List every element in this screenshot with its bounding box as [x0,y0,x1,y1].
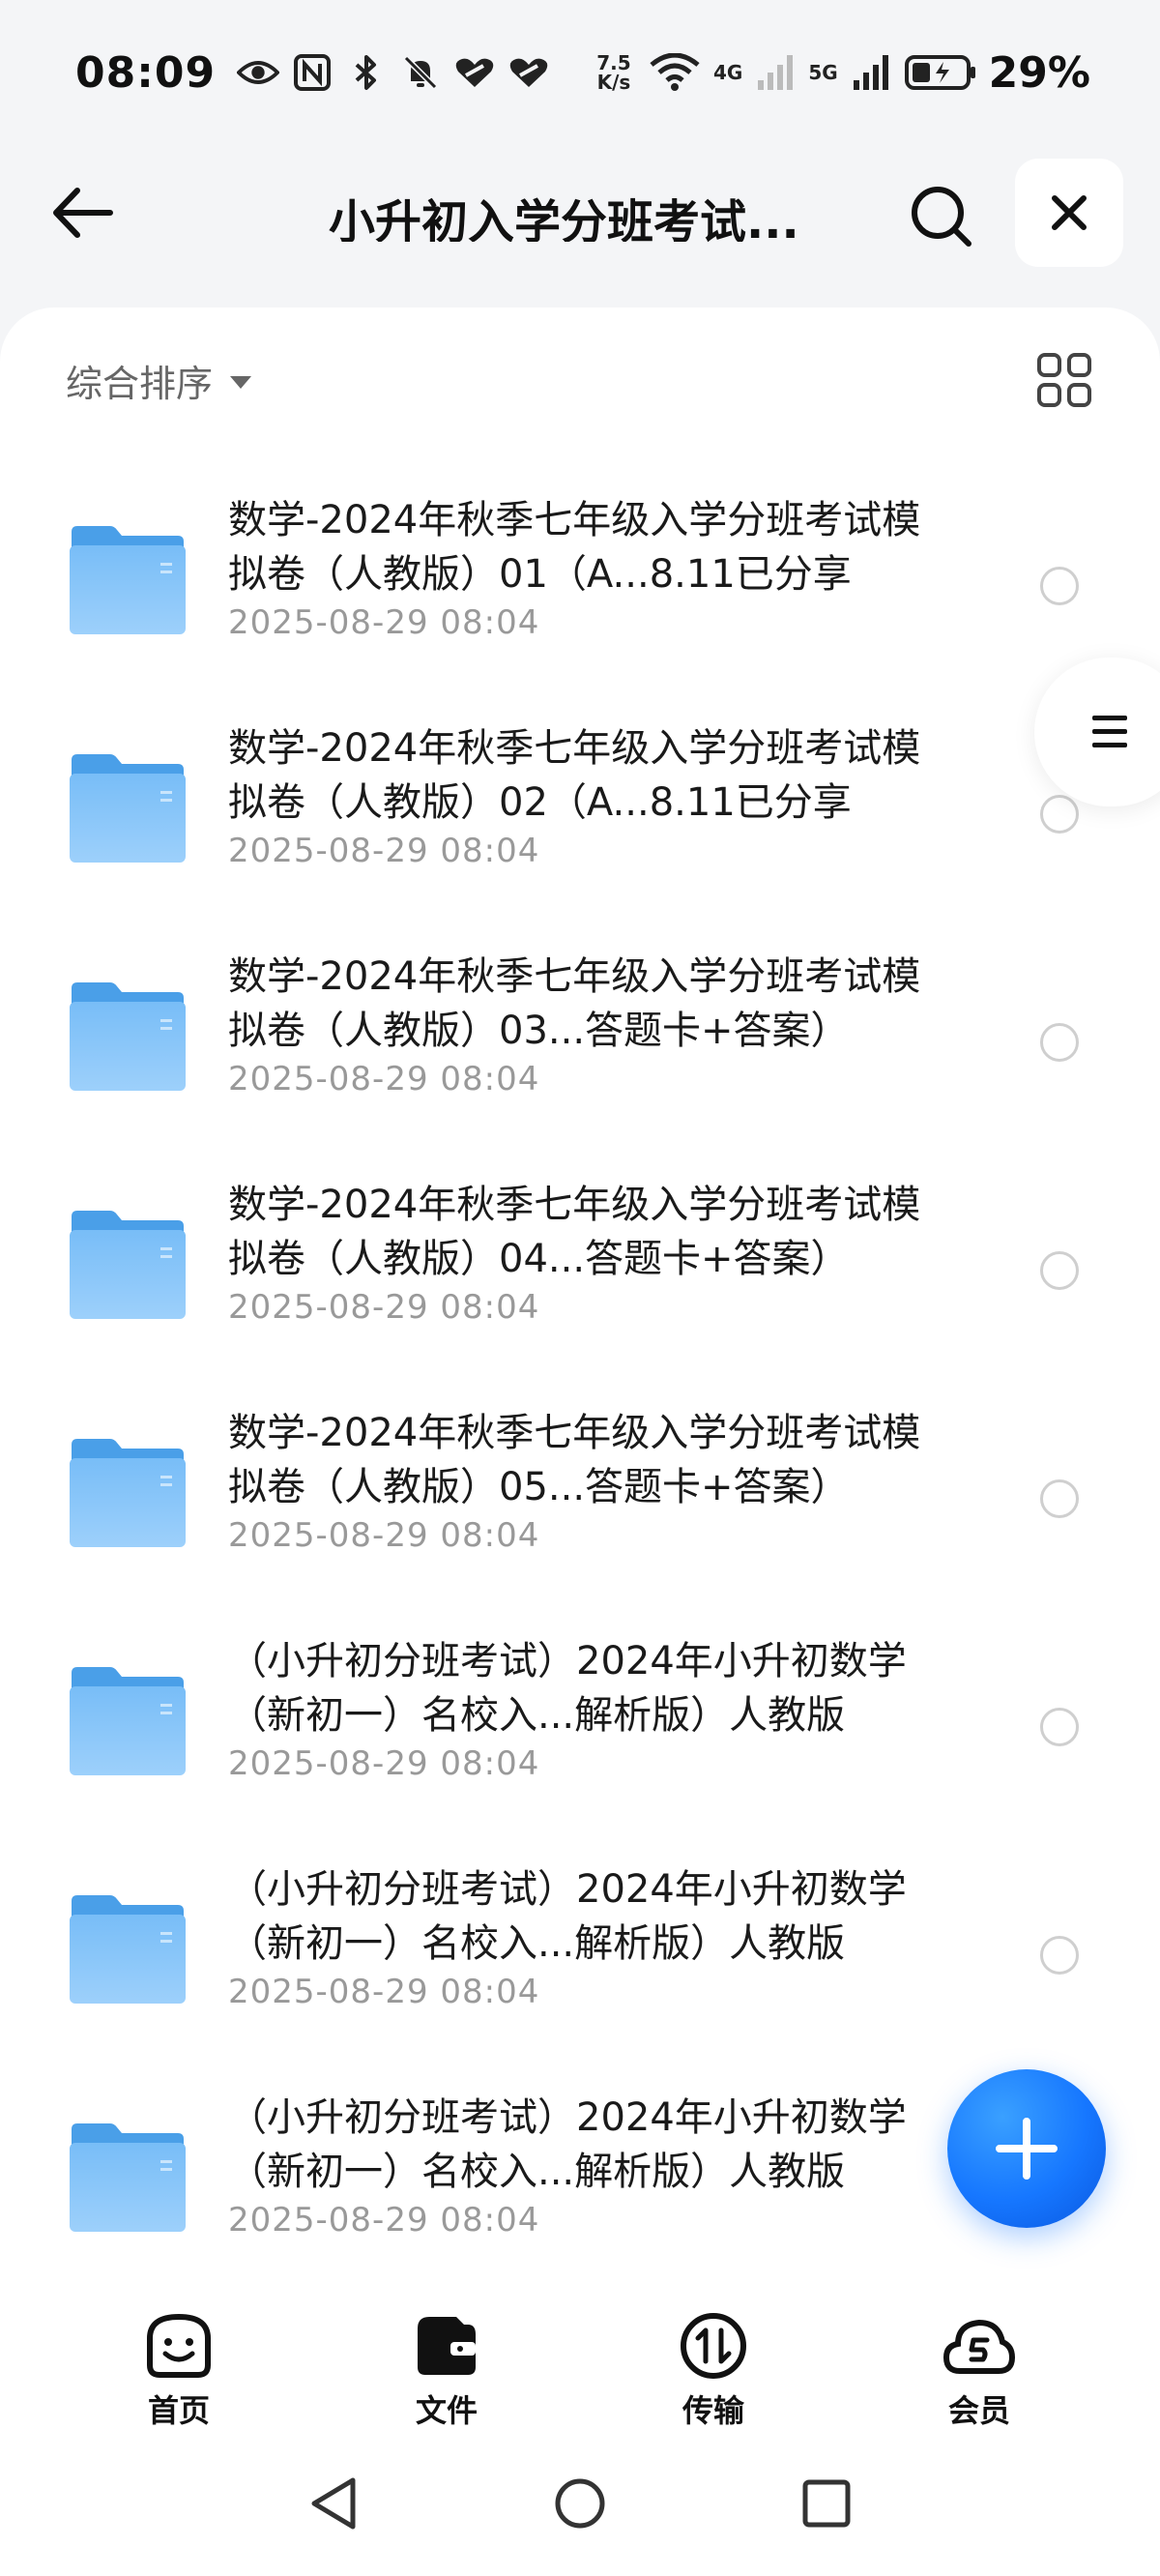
folder-icon [70,526,186,634]
grid-view-icon [1037,353,1091,407]
file-name: （小升初分班考试）2024年小升初数学（新初一）名校入...解析版）人教版 [228,1639,907,1738]
transfer-icon [681,2313,746,2379]
bluetooth-icon [345,51,388,94]
file-name: 数学-2024年秋季七年级入学分班考试模拟卷（人教版）05...答题卡+答案） [228,1411,921,1509]
file-date: 2025-08-29 08:04 [228,1744,540,1783]
file-date: 2025-08-29 08:04 [228,2201,540,2239]
app-header: 小升初入学分班考试... [0,155,1160,271]
folder-icon [70,754,186,863]
file-name: （小升初分班考试）2024年小升初数学（新初一）名校入...解析版）人教版 [228,2095,907,2194]
file-date: 2025-08-29 08:04 [228,1060,540,1098]
net-speed-unit: K/s [596,71,631,94]
menu-lines-icon [1092,716,1127,747]
nav-label-files: 文件 [415,2392,478,2429]
signal-bars-icon [754,51,797,94]
folder-icon [70,1667,186,1775]
bottom-nav: 首页 文件 传输 会员 [0,2280,1160,2435]
nav-label-vip: 会员 [947,2392,1010,2429]
file-date: 2025-08-29 08:04 [228,603,540,642]
file-date: 2025-08-29 08:04 [228,1288,540,1327]
nav-item-transfer[interactable]: 传输 [641,2309,786,2431]
caret-down-icon [230,376,252,389]
file-name: 数学-2024年秋季七年级入学分班考试模拟卷（人教版）03...答题卡+答案） [228,954,921,1053]
plus-icon [996,2118,1058,2180]
select-checkbox[interactable] [1040,1479,1079,1518]
sort-dropdown[interactable]: 综合排序 [66,354,252,407]
nav-item-files[interactable]: 文件 [374,2309,519,2431]
select-checkbox[interactable] [1040,1708,1079,1746]
select-checkbox[interactable] [1040,567,1079,605]
sort-label: 综合排序 [66,363,214,405]
system-home-button[interactable] [546,2470,614,2537]
file-row[interactable]: 数学-2024年秋季七年级入学分班考试模拟卷（人教版）01（A...8.11已分… [0,466,1160,694]
close-button[interactable] [1015,159,1123,267]
file-name: 数学-2024年秋季七年级入学分班考试模拟卷（人教版）04...答题卡+答案） [228,1183,921,1281]
wifi-icon [648,51,702,94]
smiley-home-icon [147,2313,211,2378]
cloud-vip-icon [942,2319,1016,2374]
file-row[interactable]: （小升初分班考试）2024年小升初数学（新初一）名校入...解析版）人教版 20… [0,1607,1160,1835]
select-checkbox[interactable] [1040,795,1079,834]
select-checkbox[interactable] [1040,1936,1079,1975]
file-date: 2025-08-29 08:04 [228,832,540,870]
status-bar: 08:09 7.5 K/s 4G 5G 29% [0,0,1160,145]
nav-item-home[interactable]: 首页 [106,2309,251,2431]
nav-label-transfer: 传输 [682,2392,744,2429]
folder-icon [70,1895,186,2004]
square-recents-icon [802,2479,851,2528]
net-speed-value: 7.5 [596,51,631,74]
net-speed: 7.5 K/s [592,53,636,92]
select-checkbox[interactable] [1040,1251,1079,1290]
signal-4g-label: 4G [712,61,743,84]
folder-icon [70,1439,186,1547]
folder-icon [70,1211,186,1319]
nfc-icon [291,51,334,94]
grid-view-button[interactable] [1036,352,1092,408]
file-row[interactable]: （小升初分班考试）2024年小升初数学（新初一）名校入...解析版）人教版 20… [0,1835,1160,2064]
status-right: 7.5 K/s 4G 5G 29% [592,48,1090,98]
system-nav-bar [0,2435,1160,2576]
status-left: 08:09 [75,48,550,98]
search-icon [912,187,972,247]
file-row[interactable]: 数学-2024年秋季七年级入学分班考试模拟卷（人教版）05...答题卡+答案） … [0,1379,1160,1607]
file-name: 数学-2024年秋季七年级入学分班考试模拟卷（人教版）02（A...8.11已分… [228,726,921,825]
file-list: 数学-2024年秋季七年级入学分班考试模拟卷（人教版）01（A...8.11已分… [0,466,1160,2280]
file-name: （小升初分班考试）2024年小升初数学（新初一）名校入...解析版）人教版 [228,1867,907,1966]
file-row[interactable]: 数学-2024年秋季七年级入学分班考试模拟卷（人教版）03...答题卡+答案） … [0,922,1160,1151]
select-checkbox[interactable] [1040,1023,1079,1062]
back-arrow-icon [53,188,113,238]
file-browser: 综合排序 数学-2024年秋季七年级入学分班考试模拟卷（人教版）01（A...8… [0,307,1160,2280]
battery-icon [904,51,977,94]
system-recents-button[interactable] [793,2470,860,2537]
heart-link-icon [453,51,496,94]
close-icon [1052,195,1087,230]
nav-label-home: 首页 [147,2392,210,2429]
nav-item-vip[interactable]: 会员 [907,2309,1052,2431]
file-date: 2025-08-29 08:04 [228,1973,540,2011]
circle-home-icon [555,2478,605,2529]
mute-bell-icon [399,51,442,94]
wallet-files-icon [418,2317,476,2375]
file-date: 2025-08-29 08:04 [228,1516,540,1555]
heart-link-icon-2 [508,51,550,94]
page-title: 小升初入学分班考试... [329,195,799,242]
eye-icon [237,51,280,94]
folder-icon [70,982,186,1091]
search-button[interactable] [904,179,977,252]
status-time: 08:09 [75,47,217,98]
battery-level: 29% [988,47,1090,98]
triangle-back-icon [311,2477,356,2530]
back-button[interactable] [48,179,116,247]
signal-5g-label: 5G [808,61,838,84]
file-name: 数学-2024年秋季七年级入学分班考试模拟卷（人教版）01（A...8.11已分… [228,498,921,597]
signal-bars-icon-2 [850,51,892,94]
file-row[interactable]: 数学-2024年秋季七年级入学分班考试模拟卷（人教版）02（A...8.11已分… [0,694,1160,922]
add-button[interactable] [947,2069,1106,2228]
file-row[interactable]: 数学-2024年秋季七年级入学分班考试模拟卷（人教版）04...答题卡+答案） … [0,1151,1160,1379]
system-back-button[interactable] [300,2470,367,2537]
folder-icon [70,2123,186,2232]
